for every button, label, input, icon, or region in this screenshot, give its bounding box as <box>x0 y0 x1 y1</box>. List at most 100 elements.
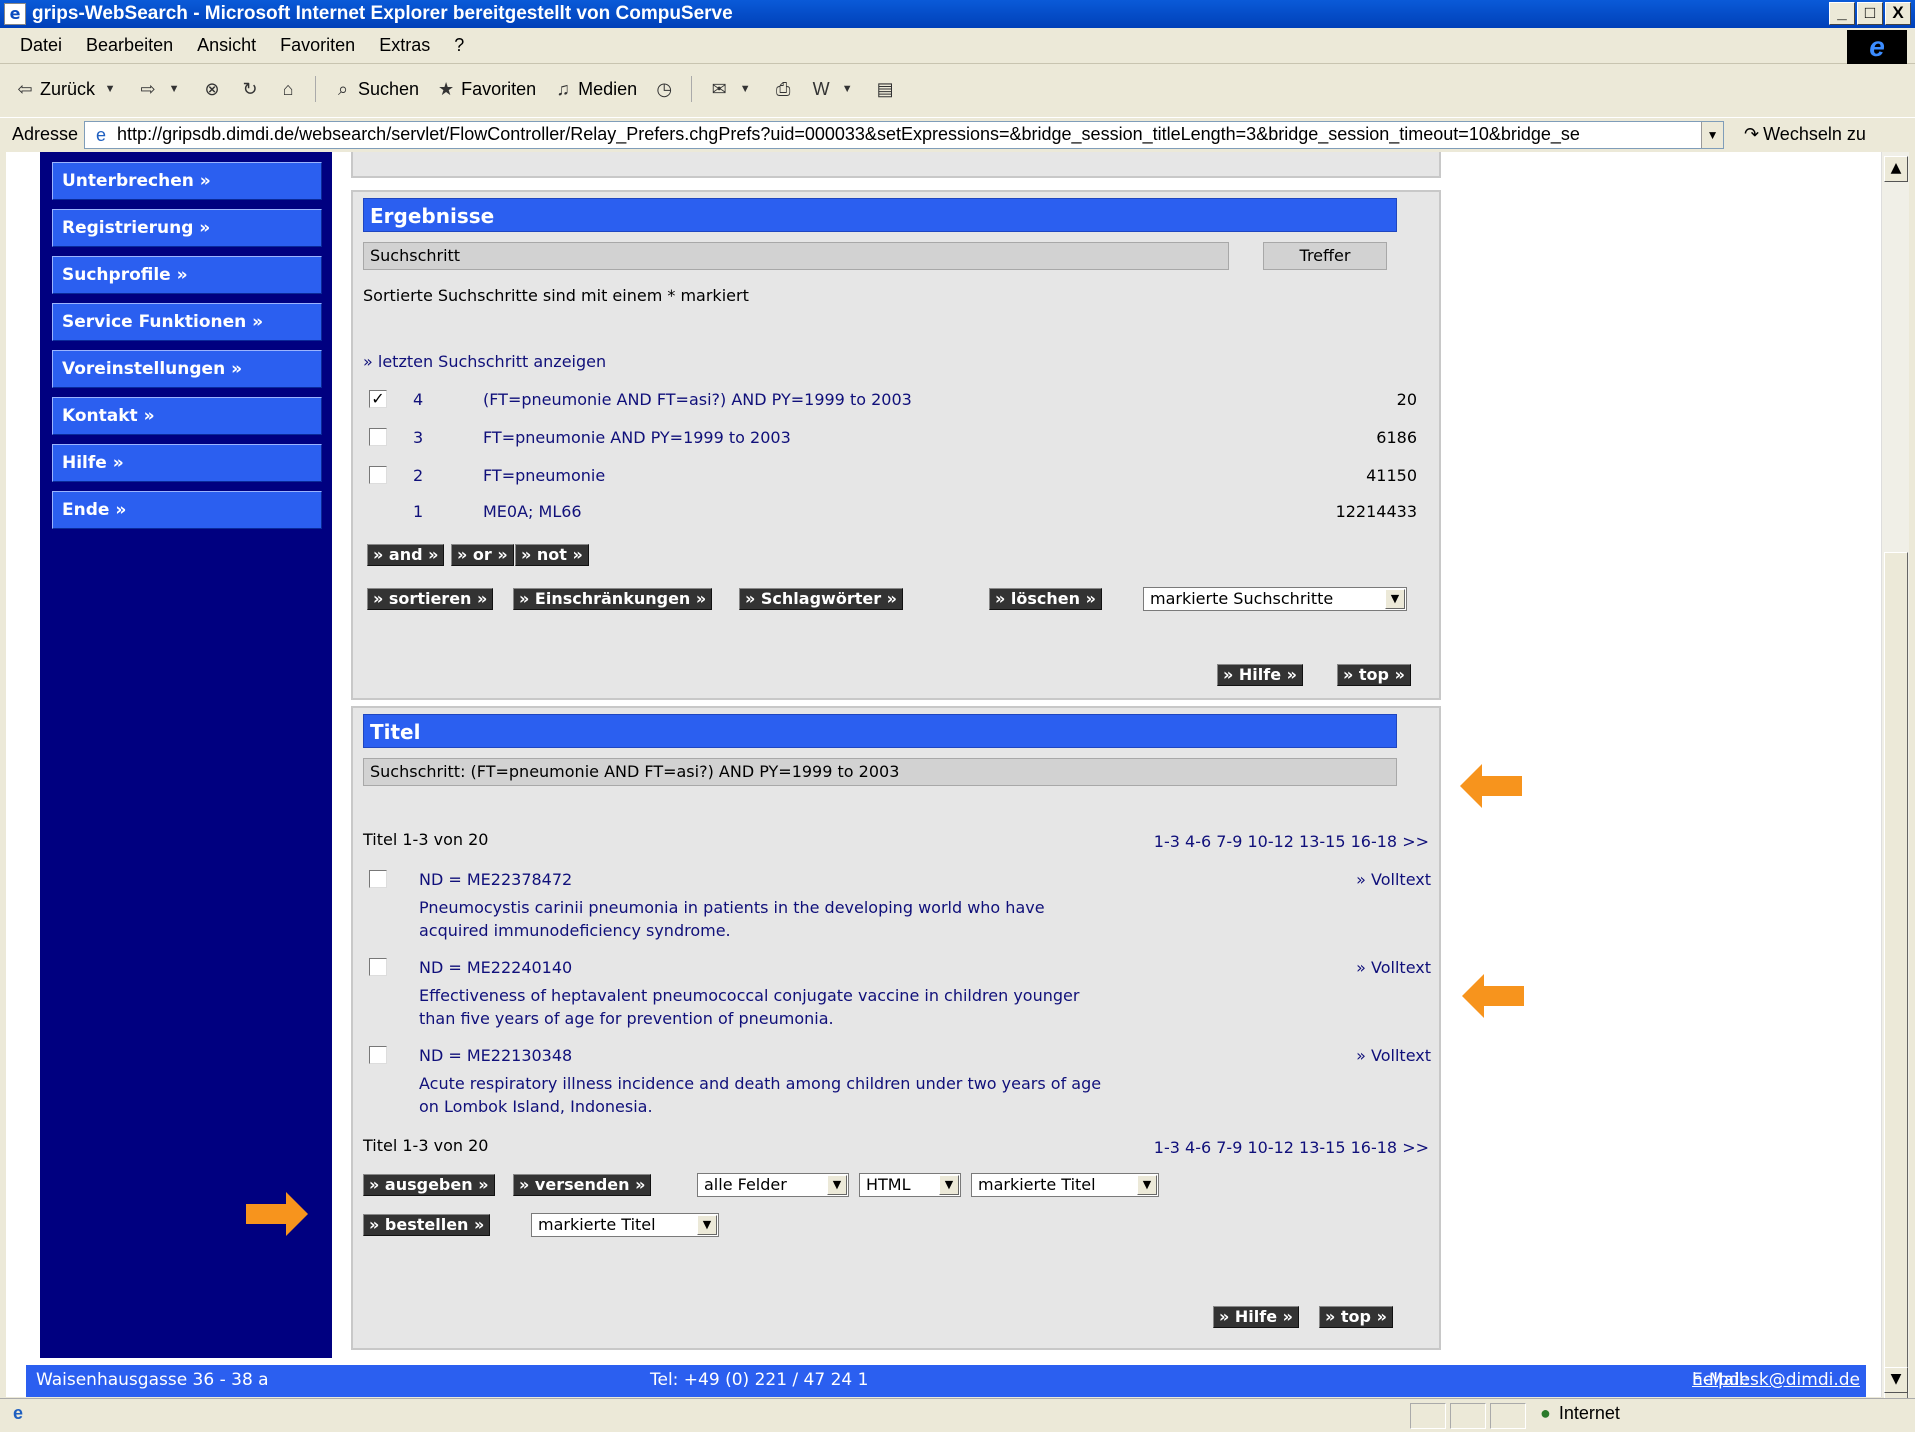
title-text-line2[interactable]: on Lombok Island, Indonesia. <box>419 1097 653 1116</box>
scroll-down-icon[interactable]: ▼ <box>1884 1367 1908 1393</box>
restrictions-button[interactable]: » Einschränkungen » <box>513 588 713 610</box>
results-help-button[interactable]: » Hilfe » <box>1217 664 1303 686</box>
step-query-link[interactable]: (FT=pneumonie AND FT=asi?) AND PY=1999 t… <box>483 390 912 409</box>
results-header: Ergebnisse <box>363 198 1397 232</box>
titles-top-button[interactable]: » top » <box>1319 1306 1393 1328</box>
output-button[interactable]: » ausgeben » <box>363 1174 495 1196</box>
back-button[interactable]: ⇦ Zurück ▼ <box>10 78 125 100</box>
right-arrow-icon <box>246 1192 308 1236</box>
fulltext-link[interactable]: » Volltext <box>1356 870 1431 889</box>
and-button[interactable]: » and » <box>367 544 445 566</box>
forward-button[interactable]: ⇨ ▼ <box>133 78 189 100</box>
menu-help[interactable]: ? <box>444 35 478 56</box>
refresh-icon: ↻ <box>242 79 258 99</box>
scroll-thumb[interactable] <box>1884 552 1908 1432</box>
menu-ansicht[interactable]: Ansicht <box>187 35 270 56</box>
page-status-icon: e <box>12 1403 23 1423</box>
nav-ende[interactable]: Ende » <box>52 491 322 529</box>
go-button[interactable]: ↷ Wechseln zu <box>1744 124 1866 145</box>
back-label: Zurück <box>40 78 96 99</box>
scroll-up-icon[interactable]: ▲ <box>1884 156 1908 182</box>
menu-datei[interactable]: Datei <box>10 35 76 56</box>
chevron-down-icon: ▼ <box>827 1175 847 1195</box>
nav-kontakt[interactable]: Kontakt » <box>52 397 322 435</box>
dropdown-icon: ▼ <box>841 83 853 95</box>
history-button[interactable]: ◷ <box>649 78 679 100</box>
nav-suchprofile[interactable]: Suchprofile » <box>52 256 322 294</box>
page-icon: e <box>89 123 114 146</box>
back-arrow-icon: ⇦ <box>17 79 33 99</box>
nav-voreinstellungen[interactable]: Voreinstellungen » <box>52 350 322 388</box>
discuss-button[interactable]: ▤ <box>870 78 900 100</box>
edit-button[interactable]: W ▼ <box>806 78 862 100</box>
or-button[interactable]: » or » <box>451 544 514 566</box>
previous-panel-edge <box>351 152 1441 178</box>
titles-help-button[interactable]: » Hilfe » <box>1213 1306 1299 1328</box>
title-checkbox[interactable] <box>369 1046 387 1064</box>
not-button[interactable]: » not » <box>515 544 589 566</box>
fields-select[interactable]: alle Felder ▼ <box>697 1173 849 1197</box>
results-top-button[interactable]: » top » <box>1337 664 1411 686</box>
chevron-down-icon: ▼ <box>1137 1175 1157 1195</box>
menu-favoriten[interactable]: Favoriten <box>270 35 369 56</box>
menu-extras[interactable]: Extras <box>369 35 444 56</box>
step-checkbox-2[interactable] <box>369 466 387 484</box>
home-button[interactable]: ⌂ <box>273 78 303 100</box>
fulltext-link[interactable]: » Volltext <box>1356 958 1431 977</box>
favorites-button[interactable]: ★ Favoriten <box>431 78 540 100</box>
nav-unterbrechen[interactable]: Unterbrechen » <box>52 162 322 200</box>
zone-label: Internet <box>1558 1403 1620 1423</box>
print-button[interactable]: ⎙ <box>768 78 798 100</box>
titles-range-bottom: Titel 1-3 von 20 <box>363 1136 489 1155</box>
step-checkbox-4[interactable]: ✓ <box>369 390 387 408</box>
show-last-step-link[interactable]: » letzten Suchschritt anzeigen <box>363 352 606 371</box>
keywords-button[interactable]: » Schlagwörter » <box>739 588 903 610</box>
maximize-button[interactable]: □ <box>1857 2 1883 25</box>
title-text-line1[interactable]: Effectiveness of heptavalent pneumococca… <box>419 986 1079 1005</box>
titles-pagination-top[interactable]: 1-3 4-6 7-9 10-12 13-15 16-18 >> <box>1154 832 1429 851</box>
delete-button[interactable]: » löschen » <box>989 588 1102 610</box>
sort-button[interactable]: » sortieren » <box>367 588 494 610</box>
step-query-link[interactable]: FT=pneumonie AND PY=1999 to 2003 <box>483 428 791 447</box>
document-icon: ▤ <box>876 79 894 99</box>
address-dropdown-button[interactable]: ▼ <box>1701 121 1724 148</box>
stop-icon: ⊗ <box>204 79 220 99</box>
nav-registrierung[interactable]: Registrierung » <box>52 209 322 247</box>
marked-titles-select-2[interactable]: markierte Titel ▼ <box>531 1213 719 1237</box>
step-checkbox-3[interactable] <box>369 428 387 446</box>
nav-hilfe[interactable]: Hilfe » <box>52 444 322 482</box>
refresh-button[interactable]: ↻ <box>235 78 265 100</box>
send-button[interactable]: » versenden » <box>513 1174 652 1196</box>
mail-button[interactable]: ✉ ▼ <box>704 78 760 100</box>
title-text-line2[interactable]: acquired immunodeficiency syndrome. <box>419 921 731 940</box>
fulltext-link[interactable]: » Volltext <box>1356 1046 1431 1065</box>
nav-service-funktionen[interactable]: Service Funktionen » <box>52 303 322 341</box>
step-query-link[interactable]: ME0A; ML66 <box>483 502 582 521</box>
delete-scope-select[interactable]: markierte Suchschritte ▼ <box>1143 587 1407 611</box>
chevron-down-icon: ▼ <box>1385 589 1405 609</box>
media-button[interactable]: ♫ Medien <box>548 78 641 100</box>
titles-pagination-bottom[interactable]: 1-3 4-6 7-9 10-12 13-15 16-18 >> <box>1154 1138 1429 1157</box>
title-text-line1[interactable]: Acute respiratory illness incidence and … <box>419 1074 1101 1093</box>
title-text-line1[interactable]: Pneumocystis carinii pneumonia in patien… <box>419 898 1045 917</box>
vertical-scrollbar[interactable]: ▲ ▼ <box>1881 152 1909 1432</box>
marked-titles-select-1[interactable]: markierte Titel ▼ <box>971 1173 1159 1197</box>
menu-bearbeiten[interactable]: Bearbeiten <box>76 35 187 56</box>
close-button[interactable]: X <box>1885 2 1911 25</box>
title-text-line2[interactable]: than five years of age for prevention of… <box>419 1009 834 1028</box>
minimize-button[interactable]: _ <box>1829 2 1855 25</box>
stop-button[interactable]: ⊗ <box>197 78 227 100</box>
dropdown-icon: ▼ <box>739 83 751 95</box>
search-button[interactable]: ⌕ Suchen <box>328 78 423 100</box>
step-number: 1 <box>413 502 424 521</box>
title-checkbox[interactable] <box>369 870 387 888</box>
title-checkbox[interactable] <box>369 958 387 976</box>
left-arrow-icon <box>1460 764 1522 808</box>
dropdown-icon: ▼ <box>104 83 116 95</box>
address-input[interactable]: e http://gripsdb.dimdi.de/websearch/serv… <box>84 120 1725 149</box>
format-select[interactable]: HTML ▼ <box>859 1173 961 1197</box>
step-query-link[interactable]: FT=pneumonie <box>483 466 605 485</box>
order-button[interactable]: » bestellen » <box>363 1214 491 1236</box>
chevron-down-icon: ▼ <box>939 1175 959 1195</box>
step-hits: 20 <box>1396 390 1417 409</box>
